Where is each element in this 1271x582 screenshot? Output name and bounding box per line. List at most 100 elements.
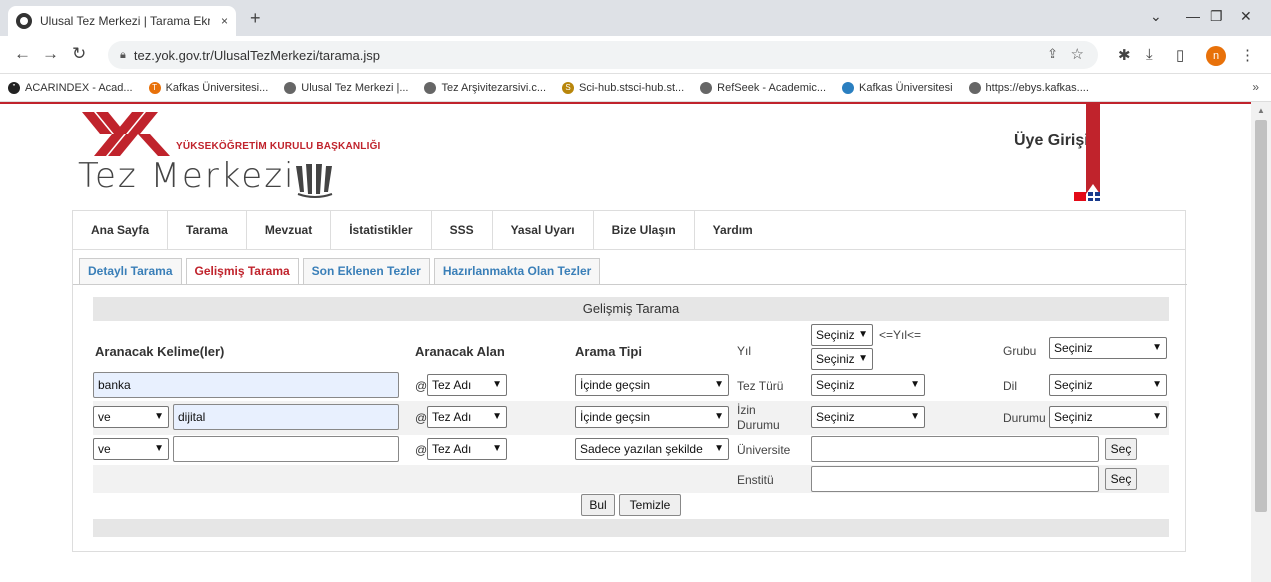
operator-select-3[interactable]: ve ▼	[93, 438, 169, 460]
status-select[interactable]: Seçiniz ▼	[1049, 406, 1167, 428]
back-icon[interactable]: ←	[14, 44, 31, 64]
type-header: Arama Tipi	[575, 344, 642, 359]
kebab-menu-icon[interactable]: ⋮	[1240, 46, 1255, 64]
bookmark-item[interactable]: S Sci-hub.stsci-hub.st...	[562, 81, 684, 94]
window-close-icon[interactable]: ✕	[1240, 8, 1252, 25]
tab-ongoing-theses[interactable]: Hazırlanmakta Olan Tezler	[433, 258, 601, 284]
keyword-input-3[interactable]	[173, 436, 399, 462]
group-label: Grubu	[1003, 344, 1037, 358]
url-bar[interactable]: 🔒︎ tez.yok.gov.tr/UlusalTezMerkezi/taram…	[108, 41, 1098, 69]
type-select-1[interactable]: İçinde geçsin ▼	[575, 374, 729, 396]
bookmark-item[interactable]: RefSeek - Academic...	[700, 81, 826, 94]
bookmark-item[interactable]: Kafkas Üniversitesi	[842, 81, 953, 94]
share-icon[interactable]: ⇪	[1047, 46, 1058, 62]
quote-icon: ”	[8, 81, 20, 94]
menu-item-help[interactable]: Yardım	[695, 211, 771, 249]
select-university-button[interactable]: Seç	[1105, 438, 1137, 460]
lock-icon: 🔒︎	[120, 48, 126, 61]
bookmarks-more-icon[interactable]: »	[1252, 80, 1259, 94]
tab-recent-theses[interactable]: Son Eklenen Tezler	[302, 258, 430, 284]
chevron-down-icon: ▼	[1152, 379, 1162, 390]
menu-item-statistics[interactable]: İstatistikler	[331, 211, 432, 249]
browser-tabstrip: Ulusal Tez Merkezi | Tarama Ekran × + ⌄ …	[0, 0, 1271, 36]
search-panel: Detaylı Tarama Gelişmiş Tarama Son Eklen…	[72, 250, 1187, 552]
language-select[interactable]: Seçiniz ▼	[1049, 374, 1167, 396]
chevron-down-icon: ▼	[714, 379, 724, 390]
tab-close-icon[interactable]: ×	[221, 14, 228, 28]
profile-avatar[interactable]: n	[1206, 46, 1226, 66]
reload-icon[interactable]: ↻	[72, 44, 86, 64]
chevron-down-icon: ▼	[858, 329, 868, 340]
find-button[interactable]: Bul	[581, 494, 615, 516]
main-menu: Ana Sayfa Tarama Mevzuat İstatistikler S…	[72, 210, 1186, 250]
university-input[interactable]	[811, 436, 1099, 462]
keyword-input-2[interactable]: dijital	[173, 404, 399, 430]
year-label: Yıl	[737, 344, 752, 358]
menu-item-contact[interactable]: Bize Ulaşın	[594, 211, 695, 249]
select-institute-button[interactable]: Seç	[1105, 468, 1137, 490]
ribbon-decoration	[1086, 104, 1100, 194]
english-flag-icon[interactable]	[1088, 192, 1100, 201]
group-select[interactable]: Seçiniz ▼	[1049, 337, 1167, 359]
member-login-link[interactable]: Üye Girişi	[1014, 132, 1089, 150]
type-select-3[interactable]: Sadece yazılan şekilde ▼	[575, 438, 729, 460]
menu-item-home[interactable]: Ana Sayfa	[73, 211, 169, 249]
extensions-icon[interactable]: ✱	[1118, 46, 1131, 64]
kafkas-icon: T	[148, 81, 161, 94]
field-header: Aranacak Alan	[415, 344, 505, 359]
tab-advanced-search[interactable]: Gelişmiş Tarama	[185, 258, 299, 284]
scrollbar-thumb[interactable]	[1255, 120, 1267, 512]
chevron-down-icon[interactable]: ⌄	[1150, 8, 1162, 25]
yok-logo-icon[interactable]	[82, 112, 174, 156]
menu-item-search[interactable]: Tarama	[168, 211, 247, 249]
menu-item-faq[interactable]: SSS	[432, 211, 493, 249]
bookmark-item[interactable]: https://ebys.kafkas....	[968, 81, 1089, 94]
year-from-select[interactable]: Seçiniz ▼	[811, 324, 873, 346]
menu-item-legislation[interactable]: Mevzuat	[247, 211, 332, 249]
chevron-down-icon: ▼	[154, 443, 164, 454]
new-tab-button[interactable]: +	[250, 8, 261, 29]
bookmark-star-icon[interactable]: ☆	[1071, 45, 1084, 63]
type-select-2[interactable]: İçinde geçsin ▼	[575, 406, 729, 428]
bookmarks-bar: ” ACARINDEX - Acad... T Kafkas Üniversites…	[0, 74, 1271, 102]
book-logo-icon	[296, 164, 333, 198]
site-favicon-icon	[16, 13, 32, 29]
permission-select[interactable]: Seçiniz ▼	[811, 406, 925, 428]
chevron-down-icon: ▼	[492, 443, 502, 454]
thesis-type-select[interactable]: Seçiniz ▼	[811, 374, 925, 396]
web-page: YÜKSEKÖĞRETİM KURULU BAŞKANLIĞI Tez Merk…	[0, 102, 1251, 582]
institute-input[interactable]	[811, 466, 1099, 492]
bookmark-item[interactable]: ” ACARINDEX - Acad...	[8, 81, 133, 94]
university-label: Üniversite	[737, 443, 791, 457]
keyword-input-1[interactable]: banka	[93, 372, 399, 398]
sidepanel-icon[interactable]: ▯	[1176, 46, 1184, 64]
clear-button[interactable]: Temizle	[619, 494, 681, 516]
org-name: YÜKSEKÖĞRETİM KURULU BAŞKANLIĞI	[176, 141, 381, 152]
chevron-down-icon: ▼	[714, 443, 724, 454]
chevron-down-icon: ▼	[1152, 411, 1162, 422]
bookmark-item[interactable]: Ulusal Tez Merkezi |...	[284, 81, 408, 94]
field-select-3[interactable]: Tez Adı ▼	[427, 438, 507, 460]
page-scrollbar[interactable]: ▲	[1251, 102, 1271, 582]
field-select-1[interactable]: Tez Adı ▼	[427, 374, 507, 396]
bookmark-item[interactable]: T Kafkas Üniversitesi...	[148, 81, 268, 94]
year-to-select[interactable]: Seçiniz ▼	[811, 348, 873, 370]
field-select-2[interactable]: Tez Adı ▼	[427, 406, 507, 428]
download-icon[interactable]: ⤓	[1146, 46, 1153, 63]
site-title[interactable]: Tez Merkezi	[78, 156, 295, 196]
minimize-icon[interactable]: —	[1186, 8, 1200, 24]
thesis-type-label: Tez Türü	[737, 379, 784, 393]
chevron-down-icon: ▼	[910, 379, 920, 390]
turkish-flag-icon[interactable]	[1074, 192, 1086, 201]
operator-select-2[interactable]: ve ▼	[93, 406, 169, 428]
menu-item-legal[interactable]: Yasal Uyarı	[493, 211, 594, 249]
scroll-up-icon[interactable]: ▲	[1257, 106, 1265, 115]
chevron-down-icon: ▼	[910, 411, 920, 422]
forward-icon[interactable]: →	[42, 44, 59, 64]
at-symbol: @	[415, 411, 428, 425]
browser-tab[interactable]: Ulusal Tez Merkezi | Tarama Ekran ×	[8, 6, 236, 36]
tab-detailed-search[interactable]: Detaylı Tarama	[79, 258, 182, 284]
at-symbol: @	[415, 443, 428, 457]
restore-icon[interactable]: ❐	[1210, 8, 1223, 25]
bookmark-item[interactable]: Tez Arşivitezarsivi.c...	[424, 81, 546, 94]
